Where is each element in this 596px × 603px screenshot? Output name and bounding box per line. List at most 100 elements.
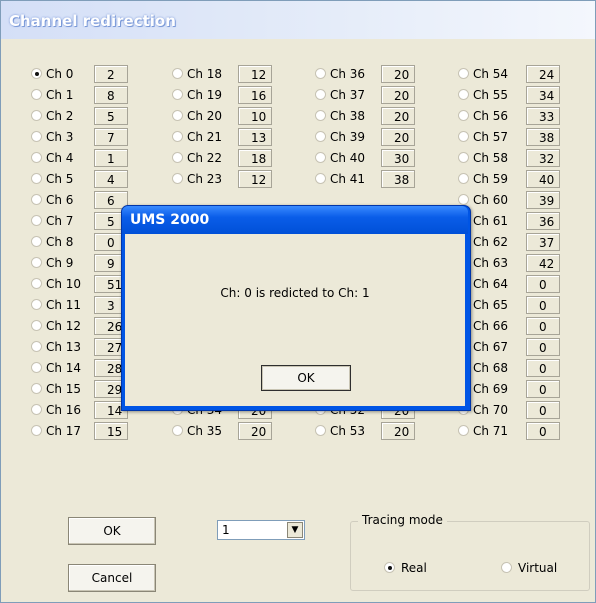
channel-row[interactable]: Ch 69 0: [458, 379, 595, 400]
channel-target-value[interactable]: 12: [238, 170, 272, 188]
channel-radio[interactable]: [458, 194, 469, 205]
channel-radio[interactable]: [31, 215, 42, 226]
channel-target-value[interactable]: 38: [526, 128, 560, 146]
channel-radio[interactable]: [172, 110, 183, 121]
virtual-radio[interactable]: [501, 562, 512, 573]
channel-row[interactable]: Ch 5 4: [31, 169, 171, 190]
channel-radio[interactable]: [315, 68, 326, 79]
channel-row[interactable]: Ch 35 20: [172, 421, 312, 442]
channel-target-value[interactable]: 12: [238, 65, 272, 83]
real-radio[interactable]: [384, 562, 395, 573]
channel-radio[interactable]: [315, 425, 326, 436]
channel-row[interactable]: Ch 41 38: [315, 169, 455, 190]
channel-target-value[interactable]: 20: [381, 422, 415, 440]
channel-row[interactable]: Ch 68 0: [458, 358, 595, 379]
channel-row[interactable]: Ch 60 39: [458, 190, 595, 211]
channel-row[interactable]: Ch 1 8: [31, 85, 171, 106]
channel-target-value[interactable]: 13: [238, 128, 272, 146]
channel-row[interactable]: Ch 0 2: [31, 64, 171, 85]
channel-row[interactable]: Ch 21 13: [172, 127, 312, 148]
channel-radio[interactable]: [31, 152, 42, 163]
channel-row[interactable]: Ch 66 0: [458, 316, 595, 337]
channel-row[interactable]: Ch 56 33: [458, 106, 595, 127]
channel-target-value[interactable]: 40: [526, 170, 560, 188]
channel-row[interactable]: Ch 3 7: [31, 127, 171, 148]
channel-row[interactable]: Ch 54 24: [458, 64, 595, 85]
channel-target-value[interactable]: 20: [381, 128, 415, 146]
channel-row[interactable]: Ch 70 0: [458, 400, 595, 421]
channel-target-value[interactable]: 39: [526, 191, 560, 209]
tracing-virtual-option[interactable]: Virtual: [501, 559, 571, 577]
tracing-real-option[interactable]: Real: [384, 559, 454, 577]
channel-target-value[interactable]: 20: [381, 86, 415, 104]
channel-radio[interactable]: [31, 194, 42, 205]
channel-target-value[interactable]: 0: [526, 401, 560, 419]
channel-target-value[interactable]: 1: [94, 149, 128, 167]
channel-radio[interactable]: [31, 89, 42, 100]
channel-row[interactable]: Ch 62 37: [458, 232, 595, 253]
channel-target-value[interactable]: 33: [526, 107, 560, 125]
channel-radio[interactable]: [31, 404, 42, 415]
cancel-button[interactable]: Cancel: [68, 564, 156, 592]
channel-row[interactable]: Ch 58 32: [458, 148, 595, 169]
channel-target-value[interactable]: 5: [94, 107, 128, 125]
channel-radio[interactable]: [315, 110, 326, 121]
channel-row[interactable]: Ch 19 16: [172, 85, 312, 106]
channel-target-value[interactable]: 30: [381, 149, 415, 167]
channel-row[interactable]: Ch 17 15: [31, 421, 171, 442]
channel-target-value[interactable]: 34: [526, 86, 560, 104]
channel-row[interactable]: Ch 55 34: [458, 85, 595, 106]
channel-target-value[interactable]: 2: [94, 65, 128, 83]
channel-radio[interactable]: [31, 173, 42, 184]
channel-radio[interactable]: [31, 320, 42, 331]
channel-radio[interactable]: [172, 425, 183, 436]
ok-button[interactable]: OK: [68, 517, 156, 545]
channel-target-value[interactable]: 0: [526, 275, 560, 293]
channel-radio[interactable]: [31, 110, 42, 121]
channel-radio[interactable]: [172, 131, 183, 142]
channel-row[interactable]: Ch 23 12: [172, 169, 312, 190]
channel-row[interactable]: Ch 4 1: [31, 148, 171, 169]
channel-target-value[interactable]: 18: [238, 149, 272, 167]
channel-radio[interactable]: [458, 173, 469, 184]
channel-target-value[interactable]: 16: [238, 86, 272, 104]
channel-target-value[interactable]: 20: [238, 422, 272, 440]
channel-radio[interactable]: [172, 89, 183, 100]
channel-row[interactable]: Ch 57 38: [458, 127, 595, 148]
channel-target-value[interactable]: 20: [381, 107, 415, 125]
target-channel-select[interactable]: 1 ▼: [217, 520, 305, 540]
channel-radio[interactable]: [172, 68, 183, 79]
channel-radio[interactable]: [31, 341, 42, 352]
channel-row[interactable]: Ch 65 0: [458, 295, 595, 316]
channel-radio[interactable]: [458, 110, 469, 121]
channel-radio[interactable]: [31, 257, 42, 268]
channel-radio[interactable]: [315, 173, 326, 184]
channel-row[interactable]: Ch 39 20: [315, 127, 455, 148]
channel-radio[interactable]: [31, 362, 42, 373]
channel-radio[interactable]: [31, 68, 42, 79]
channel-target-value[interactable]: 36: [526, 212, 560, 230]
channel-radio[interactable]: [31, 278, 42, 289]
channel-target-value[interactable]: 0: [526, 338, 560, 356]
channel-row[interactable]: Ch 53 20: [315, 421, 455, 442]
channel-row[interactable]: Ch 37 20: [315, 85, 455, 106]
channel-row[interactable]: Ch 71 0: [458, 421, 595, 442]
channel-target-value[interactable]: 8: [94, 86, 128, 104]
channel-target-value[interactable]: 0: [526, 380, 560, 398]
channel-target-value[interactable]: 32: [526, 149, 560, 167]
channel-row[interactable]: Ch 63 42: [458, 253, 595, 274]
channel-row[interactable]: Ch 64 0: [458, 274, 595, 295]
channel-row[interactable]: Ch 40 30: [315, 148, 455, 169]
channel-row[interactable]: Ch 67 0: [458, 337, 595, 358]
channel-radio[interactable]: [31, 299, 42, 310]
channel-target-value[interactable]: 24: [526, 65, 560, 83]
channel-radio[interactable]: [31, 425, 42, 436]
chevron-down-icon[interactable]: ▼: [287, 522, 303, 538]
channel-target-value[interactable]: 7: [94, 128, 128, 146]
channel-radio[interactable]: [458, 152, 469, 163]
channel-row[interactable]: Ch 2 5: [31, 106, 171, 127]
channel-target-value[interactable]: 0: [526, 296, 560, 314]
channel-radio[interactable]: [315, 131, 326, 142]
channel-radio[interactable]: [458, 425, 469, 436]
channel-target-value[interactable]: 10: [238, 107, 272, 125]
